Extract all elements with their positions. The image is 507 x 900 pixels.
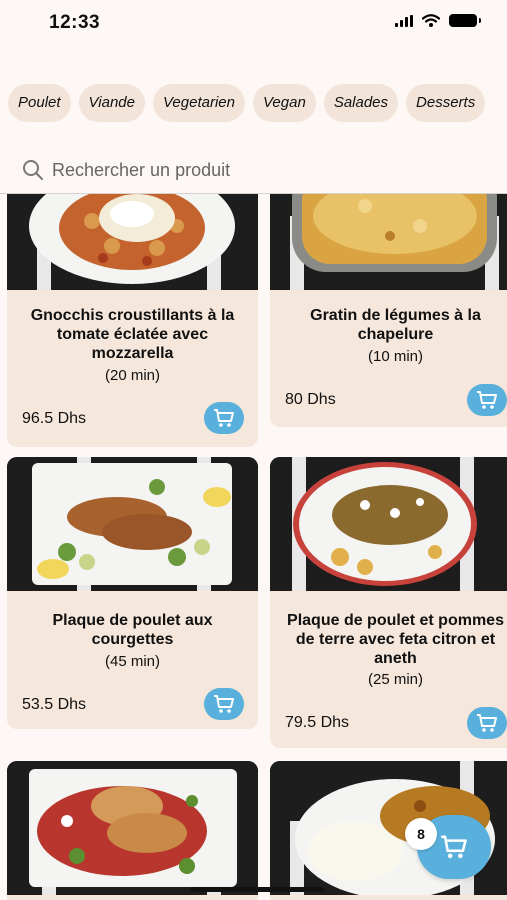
- product-time: (10 min): [367, 348, 423, 365]
- product-card-poulet-pommes-de-terre[interactable]: Plaque de poulet et pommes de terre avec…: [270, 457, 507, 748]
- cart-icon: [441, 835, 467, 859]
- product-card-poulet-courgettes[interactable]: Plaque de poulet aux courgettes (45 min)…: [7, 457, 258, 729]
- cellular-signal-icon: [395, 14, 413, 27]
- product-image-poulet-tomates: [7, 761, 258, 895]
- product-image-gnocchis: [7, 194, 258, 290]
- category-chip-salades[interactable]: Salades: [323, 84, 399, 122]
- product-price: 96.5 Dhs: [22, 410, 87, 427]
- category-chip-vegan[interactable]: Vegan: [252, 84, 316, 122]
- status-time: 12:33: [49, 12, 101, 33]
- product-title: Plaque de poulet aux courgettes: [52, 612, 213, 648]
- product-time: (25 min): [367, 671, 423, 688]
- product-time: (20 min): [104, 367, 160, 384]
- product-card-gratin[interactable]: Gratin de légumes à la chapelure (10 min…: [270, 194, 507, 427]
- battery-icon: [449, 14, 481, 27]
- cart-icon: [477, 714, 497, 732]
- category-chip-desserts[interactable]: Desserts: [406, 84, 486, 122]
- cart-count-badge: 8: [405, 818, 437, 850]
- search-input[interactable]: [52, 159, 352, 181]
- wifi-icon: [422, 14, 440, 27]
- cart-icon: [214, 695, 234, 713]
- search-bar: [22, 156, 487, 184]
- add-to-cart-button[interactable]: [204, 402, 244, 434]
- product-image-gratin: [270, 194, 507, 290]
- cart-icon: [477, 391, 497, 409]
- category-chip-vegetarien[interactable]: Vegetarien: [152, 84, 245, 122]
- product-card-gnocchis[interactable]: Gnocchis croustillants à la tomate éclat…: [7, 194, 258, 447]
- product-time: (45 min): [104, 653, 160, 670]
- product-title: Plaque de poulet et pommes de terre avec…: [287, 612, 504, 667]
- home-indicator: [190, 887, 324, 892]
- category-chip-viande[interactable]: Viande: [78, 84, 145, 122]
- product-grid: Gnocchis croustillants à la tomate éclat…: [0, 194, 507, 900]
- cart-icon: [214, 409, 234, 427]
- status-icons: [395, 14, 481, 27]
- add-to-cart-button[interactable]: [467, 384, 507, 416]
- product-image-poulet-pommes-de-terre: [270, 457, 507, 591]
- product-card-poulet-tomates[interactable]: [7, 761, 258, 900]
- product-title: Gratin de légumes à la chapelure: [310, 307, 481, 343]
- status-bar: 12:33: [0, 0, 507, 48]
- product-price: 80 Dhs: [285, 391, 336, 408]
- product-title: Gnocchis croustillants à la tomate éclat…: [30, 307, 235, 362]
- add-to-cart-button[interactable]: [467, 707, 507, 739]
- search-icon: [23, 160, 43, 180]
- category-filter-bar: Poulet Viande Vegetarien Vegan Salades D…: [8, 84, 507, 122]
- category-chip-poulet[interactable]: Poulet: [8, 84, 71, 122]
- product-price: 53.5 Dhs: [22, 696, 87, 713]
- product-image-poulet-courgettes: [7, 457, 258, 591]
- add-to-cart-button[interactable]: [204, 688, 244, 720]
- product-price: 79.5 Dhs: [285, 714, 350, 731]
